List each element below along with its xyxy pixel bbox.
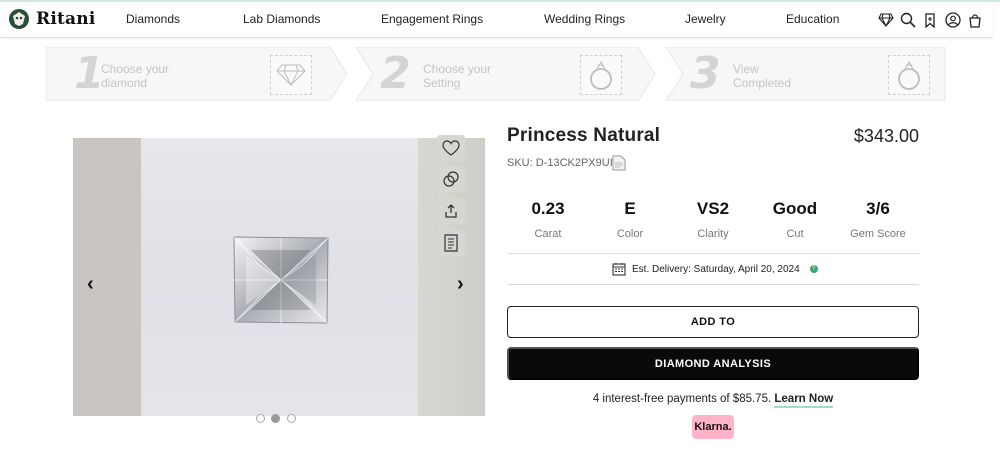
spec-value: E [624, 199, 636, 218]
account-icon[interactable] [944, 11, 962, 29]
nav-diamonds[interactable]: Diamonds [126, 12, 180, 26]
spec-cut: Good Cut [760, 199, 830, 240]
spec-value: Good [772, 199, 818, 218]
nav-engagement-rings[interactable]: Engagement Rings [381, 12, 483, 26]
document-icon[interactable] [612, 155, 626, 171]
spec-label: Cut [786, 228, 804, 240]
divider [507, 284, 919, 285]
previous-image-arrow[interactable]: ‹ [87, 274, 94, 294]
site-header: Ritani Diamonds Lab Diamonds Engagement … [0, 2, 993, 38]
step-choose-diamond[interactable]: 1 Choose your diamond [46, 47, 348, 101]
learn-now-link[interactable]: Learn Now [774, 393, 834, 408]
financing-text: 4 interest-free payments of $85.75. [592, 393, 772, 405]
spec-gem-score: 3/6 Gem Score [843, 199, 913, 240]
divider [507, 253, 919, 254]
delivery-text: Est. Delivery: Saturday, April 20, 2024 [632, 263, 800, 275]
spec-label: Clarity [697, 228, 729, 240]
help-icon[interactable]: ? [809, 265, 818, 273]
compare-icon [443, 171, 459, 187]
step-choose-setting[interactable]: 2 Choose your Setting [356, 47, 656, 101]
product-price: $343.00 [853, 126, 919, 146]
product-title: Princess Natural [507, 125, 661, 146]
compare-button[interactable] [437, 166, 465, 192]
search-icon[interactable] [899, 11, 917, 29]
step-label-line1: View [733, 62, 759, 76]
spec-value: VS2 [696, 199, 730, 218]
spec-label: Color [616, 228, 644, 240]
logo-icon [9, 9, 29, 29]
nav-wedding-rings[interactable]: Wedding Rings [544, 12, 625, 26]
brand-name: Ritani [36, 9, 96, 29]
brand-logo[interactable]: Ritani [8, 8, 95, 30]
step-label-line2: diamond [101, 76, 148, 90]
spec-value: 3/6 [866, 199, 890, 218]
product-image-gallery[interactable]: ‹ › [73, 138, 485, 416]
gallery-dot[interactable] [287, 414, 296, 423]
heart-icon [442, 140, 460, 156]
delivery-estimate: Est. Delivery: Saturday, April 20, 2024 … [612, 262, 818, 276]
step-label-line1: Choose your [423, 62, 492, 76]
cart-icon[interactable] [966, 11, 984, 29]
gallery-dot-active[interactable] [271, 414, 280, 423]
spec-label: Carat [534, 228, 562, 240]
diamond-analysis-button[interactable]: DIAMOND ANALYSIS [507, 347, 919, 380]
financing-info: 4 interest-free payments of $85.75. Lear… [507, 393, 919, 408]
step-number: 2 [380, 48, 411, 99]
wishlist-heart-button[interactable] [437, 135, 465, 161]
klarna-badge[interactable]: Klarna. [692, 415, 734, 439]
spec-label: Gem Score [850, 228, 906, 240]
step-label-line2: Setting [423, 76, 461, 90]
ring-icon [888, 55, 930, 95]
spec-value: 0.23 [531, 199, 565, 218]
diamond-image [233, 236, 329, 324]
spec-carat: 0.23 Carat [513, 199, 583, 240]
step-label-line2: Completed [733, 76, 792, 90]
spec-clarity: VS2 Clarity [678, 199, 748, 240]
nav-jewelry[interactable]: Jewelry [685, 12, 726, 26]
certificate-icon [444, 234, 458, 252]
certificate-button[interactable] [437, 230, 465, 256]
next-image-arrow[interactable]: › [457, 274, 464, 294]
calendar-icon [612, 263, 626, 276]
step-view-completed[interactable]: 3 View Completed [666, 47, 946, 101]
share-icon [445, 204, 457, 218]
step-label-line1: Choose your [101, 62, 170, 76]
nav-lab-diamonds[interactable]: Lab Diamonds [243, 12, 320, 26]
ring-icon [580, 55, 622, 95]
bookmark-icon[interactable] [921, 11, 939, 29]
step-number: 3 [690, 48, 721, 99]
add-to-button[interactable]: ADD TO [507, 306, 919, 338]
spec-color: E Color [595, 199, 665, 240]
share-button[interactable] [437, 198, 465, 224]
nav-education[interactable]: Education [786, 12, 839, 26]
diamond-icon[interactable] [877, 11, 895, 29]
diamond-outline-icon [270, 55, 312, 95]
product-sku: SKU: D-13CK2PX9UI [507, 157, 613, 169]
gallery-dot[interactable] [256, 414, 265, 423]
